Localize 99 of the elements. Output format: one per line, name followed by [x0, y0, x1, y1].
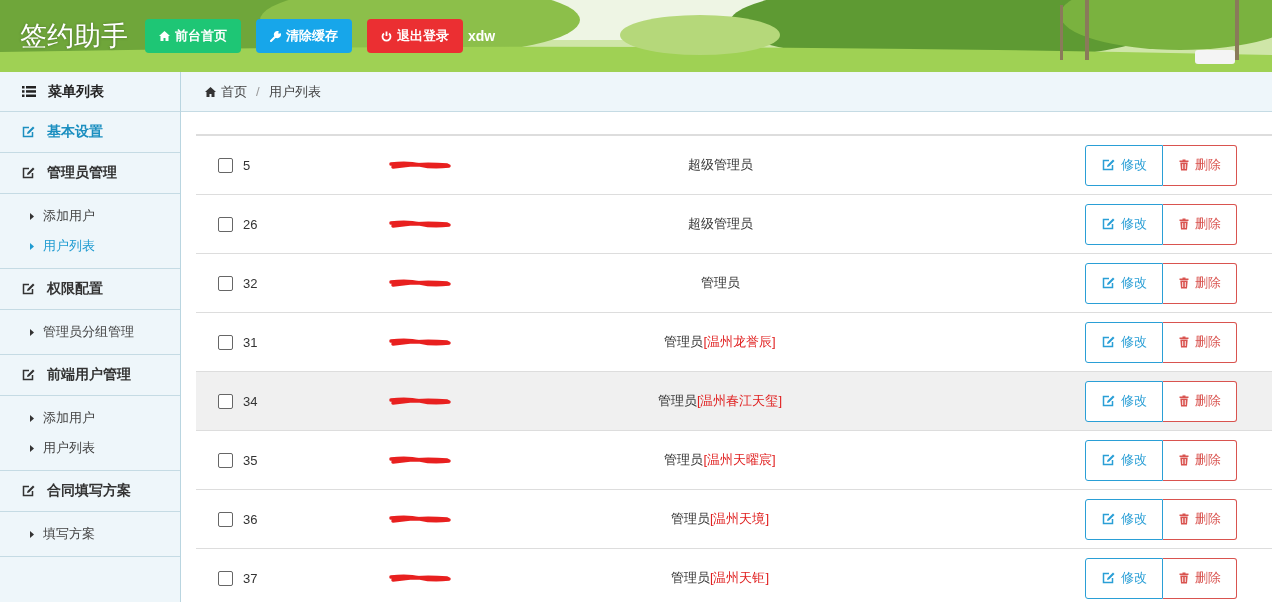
- checkbox[interactable]: [218, 393, 233, 409]
- caret-icon: [30, 530, 34, 538]
- redaction-scribble: [388, 278, 452, 288]
- menu-item[interactable]: 添加用户: [43, 207, 95, 225]
- home-icon: [159, 31, 170, 41]
- trash-icon: [1178, 277, 1189, 289]
- menu-section[interactable]: 基本设置: [47, 123, 103, 141]
- id-cell: 34: [243, 393, 258, 409]
- redaction-scribble: [388, 396, 452, 406]
- list-icon: [22, 86, 36, 97]
- edit-icon: [22, 283, 35, 295]
- edit-button[interactable]: 修改: [1085, 498, 1163, 540]
- checkbox[interactable]: [218, 157, 233, 173]
- edit-icon: [1101, 277, 1115, 289]
- edit-icon: [1101, 454, 1115, 466]
- redaction-scribble: [388, 337, 452, 347]
- caret-icon: [30, 414, 34, 422]
- edit-icon: [1101, 218, 1115, 230]
- delete-button[interactable]: 删除: [1163, 203, 1237, 245]
- delete-button[interactable]: 删除: [1163, 439, 1237, 481]
- id-cell: 32: [243, 275, 258, 291]
- checkbox[interactable]: [218, 570, 233, 586]
- redaction-scribble: [388, 455, 452, 465]
- edit-button[interactable]: 修改: [1085, 439, 1163, 481]
- logout-button[interactable]: 退出登录: [367, 19, 463, 53]
- role-text: 超级管理员: [687, 156, 753, 174]
- power-icon: [381, 30, 392, 42]
- checkbox[interactable]: [218, 275, 233, 291]
- checkbox[interactable]: [218, 511, 233, 527]
- menu-section[interactable]: 前端用户管理: [47, 366, 131, 384]
- role-text: 管理员: [700, 274, 740, 292]
- id-cell: 31: [243, 334, 258, 350]
- trash-icon: [1178, 572, 1189, 584]
- menu-section[interactable]: 管理员管理: [47, 164, 117, 182]
- menu-item[interactable]: 添加用户: [43, 409, 95, 427]
- checkbox[interactable]: [218, 216, 233, 232]
- edit-icon: [1101, 336, 1115, 348]
- id-cell: 5: [243, 157, 251, 173]
- edit-icon: [1101, 395, 1115, 407]
- edit-button[interactable]: 修改: [1085, 321, 1163, 363]
- breadcrumb-link[interactable]: 首页: [221, 82, 247, 101]
- delete-button[interactable]: 删除: [1163, 144, 1237, 186]
- redaction-scribble: [388, 160, 452, 170]
- id-cell: 26: [243, 216, 258, 232]
- edit-button[interactable]: 修改: [1085, 144, 1163, 186]
- caret-icon: [30, 212, 34, 220]
- menu-section[interactable]: 合同填写方案: [47, 482, 131, 500]
- trash-icon: [1178, 159, 1189, 171]
- menu-section[interactable]: 权限配置: [47, 280, 103, 298]
- role-text: 管理员[温州天曜宸]: [664, 451, 776, 469]
- trash-icon: [1178, 218, 1189, 230]
- edit-icon: [22, 167, 35, 179]
- delete-button[interactable]: 删除: [1163, 380, 1237, 422]
- checkbox[interactable]: [218, 452, 233, 468]
- id-cell: 35: [243, 452, 258, 468]
- menu-item[interactable]: 管理员分组管理: [43, 323, 134, 341]
- role-text: 管理员[温州春江天玺]: [657, 392, 783, 410]
- breadcrumb-separator: /: [256, 84, 260, 99]
- delete-button[interactable]: 删除: [1163, 498, 1237, 540]
- delete-button[interactable]: 删除: [1163, 262, 1237, 304]
- home-icon: [205, 86, 216, 97]
- clear-button[interactable]: 清除缓存: [256, 19, 352, 53]
- edit-button[interactable]: 修改: [1085, 557, 1163, 599]
- redaction-scribble: [388, 573, 452, 583]
- wrench-icon: [270, 30, 281, 42]
- id-cell: 37: [243, 570, 258, 586]
- role-text: 管理员[温州龙誉辰]: [664, 333, 776, 351]
- delete-button[interactable]: 删除: [1163, 557, 1237, 599]
- menu-item[interactable]: 填写方案: [43, 525, 95, 543]
- delete-button[interactable]: 删除: [1163, 321, 1237, 363]
- edit-icon: [1101, 572, 1115, 584]
- checkbox[interactable]: [218, 334, 233, 350]
- edit-button[interactable]: 修改: [1085, 380, 1163, 422]
- username: xdw: [468, 28, 496, 44]
- caret-icon: [30, 444, 34, 452]
- menu-item[interactable]: 用户列表: [43, 237, 95, 255]
- role-text: 管理员[温州天境]: [670, 510, 770, 528]
- caret-icon: [30, 328, 34, 336]
- edit-icon: [22, 485, 35, 497]
- edit-button[interactable]: 修改: [1085, 203, 1163, 245]
- edit-icon: [1101, 513, 1115, 525]
- role-text: 超级管理员: [687, 215, 753, 233]
- caret-icon: [30, 242, 34, 250]
- trash-icon: [1178, 336, 1189, 348]
- id-cell: 36: [243, 511, 258, 527]
- edit-icon: [1101, 159, 1115, 171]
- trash-icon: [1178, 513, 1189, 525]
- trash-icon: [1178, 454, 1189, 466]
- trash-icon: [1178, 395, 1189, 407]
- menu-item[interactable]: 用户列表: [43, 439, 95, 457]
- menu-title: 菜单列表: [48, 82, 104, 101]
- role-text: 管理员[温州天钜]: [670, 569, 770, 587]
- redaction-scribble: [388, 514, 452, 524]
- app-title: 签约助手: [20, 20, 128, 53]
- redaction-scribble: [388, 219, 452, 229]
- edit-icon: [22, 369, 35, 381]
- home-button[interactable]: 前台首页: [145, 19, 241, 53]
- edit-icon: [22, 126, 35, 138]
- edit-button[interactable]: 修改: [1085, 262, 1163, 304]
